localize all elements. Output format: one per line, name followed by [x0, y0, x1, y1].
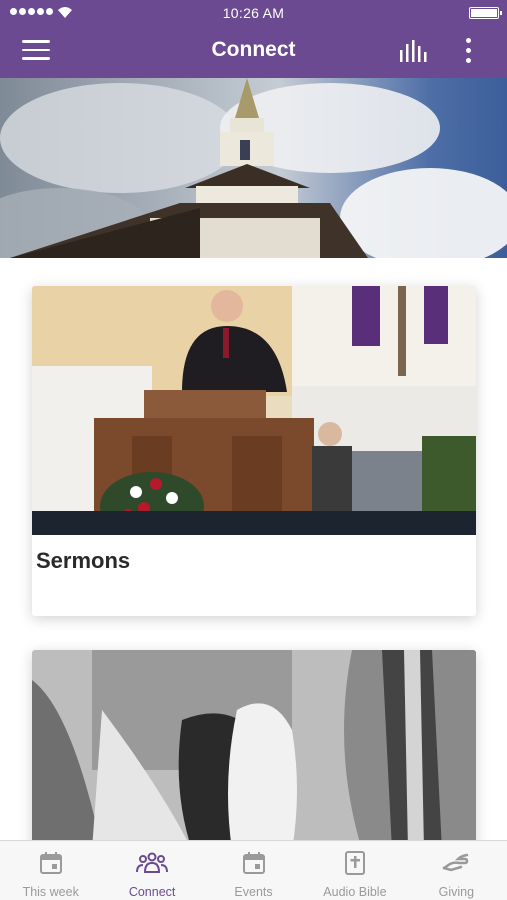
hamburger-icon: [22, 40, 50, 43]
status-bar: 10:26 AM: [0, 0, 507, 26]
tab-label-connect: Connect: [128, 885, 176, 899]
app-bar: Connect: [0, 26, 507, 78]
tab-this-week[interactable]: This week: [0, 841, 101, 900]
tab-label-audio-bible: Audio Bible: [323, 885, 387, 899]
bible-icon: [344, 851, 365, 875]
giving-hand-icon: [443, 853, 469, 872]
sermons-card-title: Sermons: [36, 548, 131, 573]
bottom-tab-bar: This week Connect Events Audio Bible Giv…: [0, 840, 507, 900]
sermons-card[interactable]: Sermons: [32, 286, 476, 616]
status-time: 10:26 AM: [222, 5, 285, 21]
tab-connect[interactable]: Connect: [101, 841, 202, 900]
hero-image-church-steeple: [0, 78, 507, 258]
calendar-icon: [39, 852, 62, 874]
battery-icon: [469, 7, 502, 19]
calendar-icon: [242, 852, 265, 874]
connect-image-clasped-hands: [32, 650, 476, 850]
connect-card[interactable]: [32, 650, 476, 850]
audio-bars-icon: [400, 40, 427, 62]
tab-events[interactable]: Events: [203, 841, 304, 900]
sermons-image-pastor-pulpit: [32, 286, 476, 535]
tab-audio-bible[interactable]: Audio Bible: [304, 841, 405, 900]
tab-label-giving: Giving: [438, 885, 475, 899]
more-options-button[interactable]: [458, 38, 478, 66]
tab-label-this-week: This week: [22, 885, 79, 899]
audio-player-button[interactable]: [398, 38, 430, 66]
page-title: Connect: [211, 38, 296, 61]
tab-label-events: Events: [234, 885, 273, 899]
people-icon: [136, 852, 169, 873]
hamburger-menu-button[interactable]: [22, 40, 54, 64]
tab-giving[interactable]: Giving: [406, 841, 507, 900]
more-vertical-icon: [465, 38, 471, 43]
